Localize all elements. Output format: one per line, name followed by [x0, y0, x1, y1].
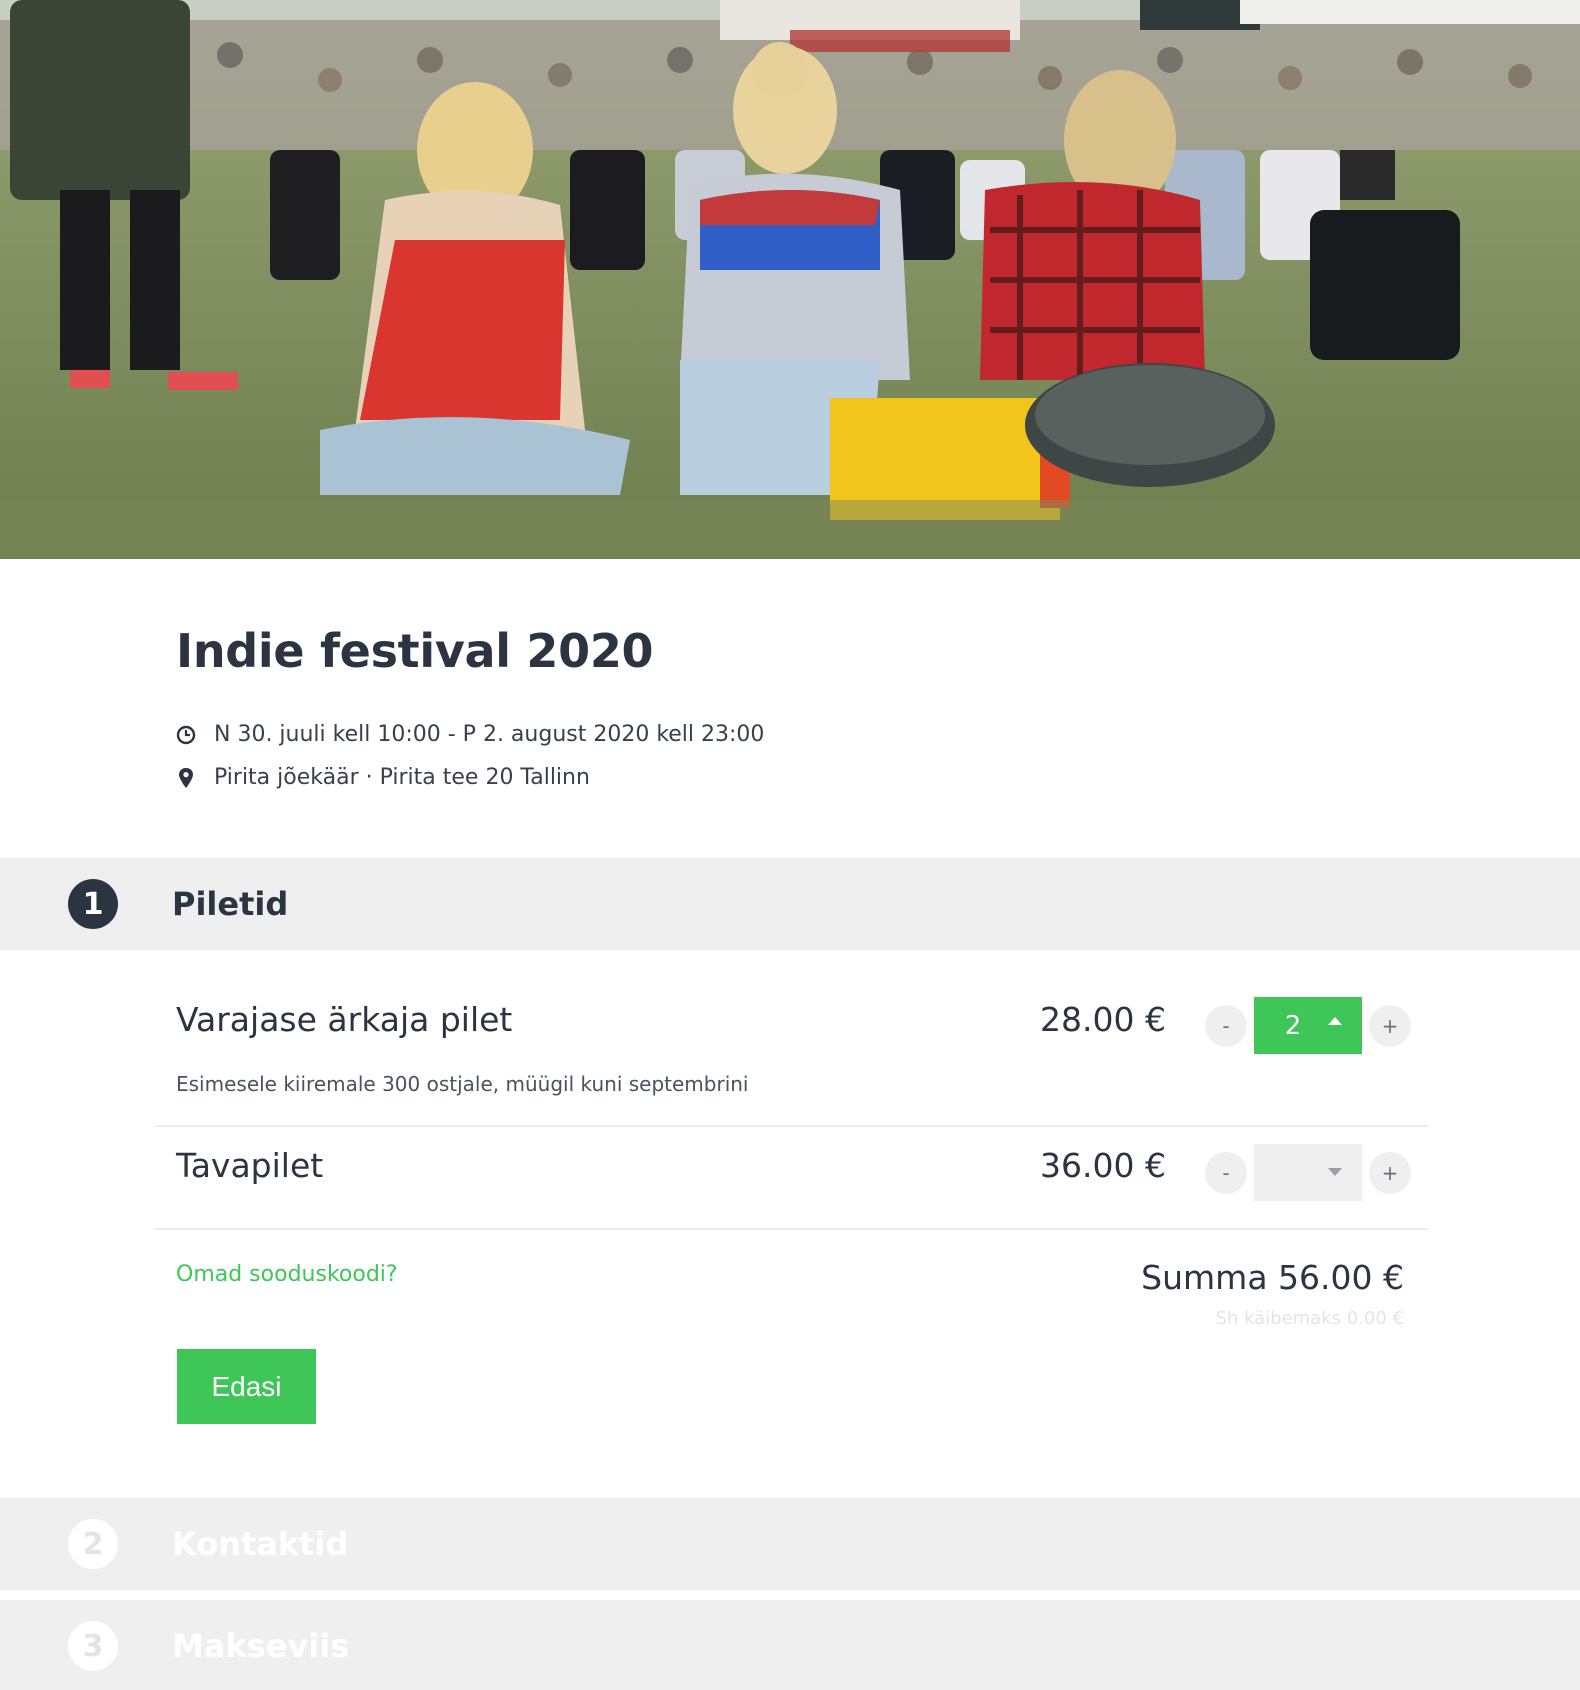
step-tickets-header[interactable]: 1 Piletid	[0, 858, 1580, 950]
decrease-quantity-button[interactable]: -	[1205, 1005, 1247, 1047]
step-number-badge: 1	[68, 879, 118, 929]
event-location-text: Pirita jõekäär · Pirita tee 20 Tallinn	[214, 765, 590, 790]
increase-quantity-button[interactable]: +	[1369, 1005, 1411, 1047]
quantity-select[interactable]: 2	[1254, 997, 1362, 1054]
step-number-badge: 3	[68, 1621, 118, 1671]
quantity-select[interactable]	[1254, 1144, 1362, 1201]
ticket-name: Varajase ärkaja pilet	[176, 1000, 513, 1039]
event-location: Pirita jõekäär · Pirita tee 20 Tallinn	[176, 765, 590, 790]
caret-up-icon	[1328, 1017, 1342, 1025]
quantity-value: 2	[1284, 1010, 1302, 1041]
step-contacts-header[interactable]: 2 Kontaktid	[0, 1498, 1580, 1590]
divider	[155, 1228, 1428, 1230]
event-date-text: N 30. juuli kell 10:00 - P 2. august 202…	[214, 722, 765, 747]
decrease-quantity-button[interactable]: -	[1205, 1152, 1247, 1194]
map-pin-icon	[176, 767, 196, 789]
clock-icon	[176, 724, 196, 746]
event-title: Indie festival 2020	[176, 624, 654, 678]
next-button[interactable]: Edasi	[177, 1349, 316, 1424]
divider	[155, 1125, 1428, 1127]
ticket-price: 28.00 €	[1040, 1000, 1166, 1039]
event-date: N 30. juuli kell 10:00 - P 2. august 202…	[176, 722, 764, 747]
ticket-price: 36.00 €	[1040, 1146, 1166, 1185]
step-payment-header[interactable]: 3 Makseviis	[0, 1600, 1580, 1690]
ticket-description: Esimesele kiiremale 300 ostjale, müügil …	[176, 1072, 749, 1096]
step-label: Makseviis	[172, 1627, 350, 1665]
ticket-name: Tavapilet	[176, 1146, 324, 1185]
step-label: Piletid	[172, 885, 289, 923]
step-number-badge: 2	[68, 1519, 118, 1569]
hero-image	[0, 0, 1580, 559]
promo-code-link[interactable]: Omad sooduskoodi?	[176, 1262, 398, 1287]
order-total: Summa 56.00 €	[1141, 1258, 1404, 1297]
caret-down-icon	[1328, 1168, 1342, 1176]
increase-quantity-button[interactable]: +	[1369, 1152, 1411, 1194]
vat-note: Sh käibemaks 0.00 €	[1215, 1308, 1404, 1329]
step-label: Kontaktid	[172, 1525, 349, 1563]
